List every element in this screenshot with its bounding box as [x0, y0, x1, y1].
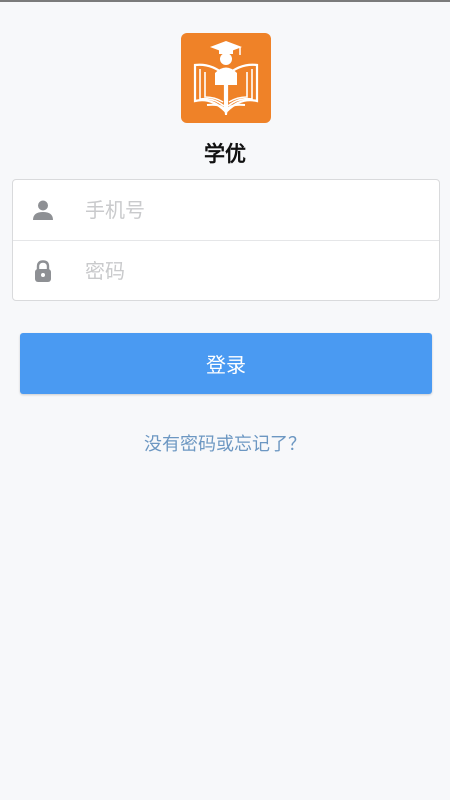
login-button[interactable]: 登录 — [20, 333, 432, 394]
forgot-password-link[interactable]: 没有密码或忘记了？ — [0, 430, 450, 456]
login-form — [12, 179, 440, 301]
phone-field-row — [13, 180, 439, 240]
password-input[interactable] — [85, 241, 427, 300]
status-bar-border — [0, 0, 450, 2]
graduate-book-logo-icon — [193, 41, 259, 116]
app-title: 学优 — [204, 142, 246, 166]
lock-icon — [31, 259, 55, 283]
app-logo — [181, 33, 271, 123]
password-field-row — [13, 240, 439, 300]
user-icon — [31, 198, 55, 222]
phone-input[interactable] — [85, 180, 427, 240]
